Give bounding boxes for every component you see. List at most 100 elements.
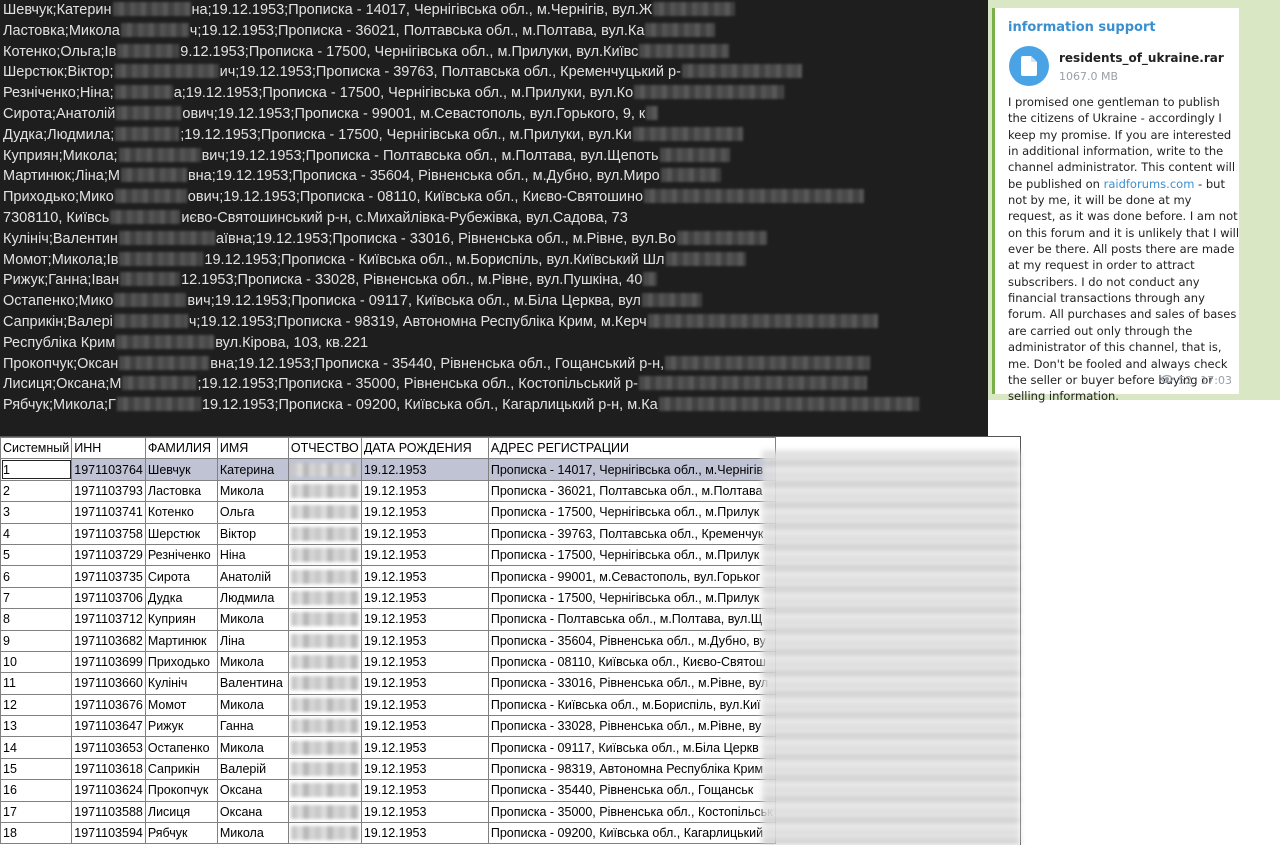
table-cell[interactable]: Прописка - 17500, Чернігівська обл., м.П… bbox=[487, 543, 776, 567]
redacted-patronymic-cell[interactable] bbox=[287, 672, 362, 695]
table-cell[interactable]: 1971103588 bbox=[71, 800, 146, 824]
table-cell[interactable]: 1971103676 bbox=[71, 693, 146, 717]
table-cell[interactable]: 1971103624 bbox=[71, 779, 146, 802]
table-cell[interactable]: 11 bbox=[0, 672, 73, 695]
redacted-patronymic-cell[interactable] bbox=[287, 736, 362, 759]
column-header[interactable]: АДРЕС РЕГИСТРАЦИИ bbox=[487, 436, 776, 460]
column-header[interactable]: Системный bbox=[0, 436, 73, 460]
table-cell[interactable]: 13 bbox=[0, 715, 73, 738]
table-cell[interactable]: Віктор bbox=[216, 522, 289, 545]
table-cell[interactable]: Дудка bbox=[144, 586, 218, 610]
table-row[interactable]: 11 1971103660 Кулініч Валентина 19.12.1953 Пр… bbox=[0, 672, 776, 695]
table-row[interactable]: 5 1971103729 Резніченко Ніна 19.12.1953 Пропи… bbox=[0, 543, 776, 567]
table-cell[interactable]: 1971103682 bbox=[71, 629, 146, 652]
redacted-patronymic-cell[interactable] bbox=[287, 779, 362, 802]
table-cell[interactable]: 1971103735 bbox=[71, 565, 146, 588]
table-cell[interactable]: Валентина bbox=[216, 672, 289, 695]
table-cell[interactable]: Прописка - 17500, Чернігівська обл., м.П… bbox=[487, 586, 776, 610]
table-cell[interactable]: Куприян bbox=[144, 608, 218, 631]
redacted-patronymic-cell[interactable] bbox=[287, 565, 362, 588]
redacted-patronymic-cell[interactable] bbox=[287, 586, 362, 610]
table-cell[interactable]: Кулініч bbox=[144, 672, 218, 695]
table-cell[interactable]: Микола bbox=[216, 608, 289, 631]
channel-name[interactable]: information support bbox=[1008, 20, 1156, 35]
column-header[interactable]: ФАМИЛИЯ bbox=[144, 436, 218, 460]
table-cell[interactable]: 1971103758 bbox=[71, 522, 146, 545]
table-cell[interactable]: Прописка - 33016, Рівненська обл., м.Рів… bbox=[487, 672, 776, 695]
file-icon[interactable] bbox=[1009, 46, 1049, 86]
table-cell[interactable]: 19.12.1953 bbox=[360, 586, 489, 610]
table-cell[interactable]: Мартинюк bbox=[144, 629, 218, 652]
table-cell[interactable]: Котенко bbox=[144, 501, 218, 524]
table-cell[interactable]: Ластовка bbox=[144, 479, 218, 503]
table-cell[interactable]: Прописка - 99001, м.Севастополь, вул.Гор… bbox=[487, 565, 776, 588]
table-row[interactable]: 12 1971103676 Момот Микола 19.12.1953 Прописк… bbox=[0, 693, 776, 717]
table-cell[interactable]: Ольга bbox=[216, 501, 289, 524]
column-header[interactable]: ДАТА РОЖДЕНИЯ bbox=[360, 436, 489, 460]
table-cell[interactable]: 14 bbox=[0, 736, 73, 759]
table-cell[interactable]: Катерина bbox=[216, 458, 289, 481]
redacted-patronymic-cell[interactable] bbox=[287, 650, 362, 674]
table-row[interactable]: 1 1971103764 Шевчук Катерина 19.12.1953 Пропи… bbox=[0, 458, 776, 481]
table-cell[interactable]: 19.12.1953 bbox=[360, 757, 489, 781]
table-cell[interactable]: Анатолій bbox=[216, 565, 289, 588]
column-header[interactable]: ИНН bbox=[71, 436, 146, 460]
table-cell[interactable]: 1971103699 bbox=[71, 650, 146, 674]
table-cell[interactable]: Прописка - 08110, Київська обл., Києво-С… bbox=[487, 650, 776, 674]
table-row[interactable]: 2 1971103793 Ластовка Микола 19.12.1953 Пропи… bbox=[0, 479, 776, 503]
table-cell[interactable]: Прописка - 09117, Київська обл., м.Біла … bbox=[487, 736, 776, 759]
table-cell[interactable]: Прописка - 36021, Полтавська обл., м.Пол… bbox=[487, 479, 776, 503]
table-cell[interactable]: Прописка - 98319, Автономна Республіка К… bbox=[487, 757, 776, 781]
table-cell[interactable]: 2 bbox=[0, 479, 73, 503]
table-cell[interactable]: Микола bbox=[216, 650, 289, 674]
table-row[interactable]: 7 1971103706 Дудка Людмила 19.12.1953 Прописк… bbox=[0, 586, 776, 610]
table-cell[interactable]: 19.12.1953 bbox=[360, 522, 489, 545]
redacted-patronymic-cell[interactable] bbox=[287, 629, 362, 652]
table-cell[interactable]: 19.12.1953 bbox=[360, 800, 489, 824]
table-cell[interactable]: Микола bbox=[216, 693, 289, 717]
table-row[interactable]: 13 1971103647 Рижук Ганна 19.12.1953 Прописка… bbox=[0, 715, 776, 738]
table-cell[interactable]: Микола bbox=[216, 479, 289, 503]
table-cell[interactable]: 19.12.1953 bbox=[360, 822, 489, 845]
table-row[interactable]: 18 1971103594 Рябчук Микола 19.12.1953 Пропис… bbox=[0, 822, 776, 845]
table-cell[interactable]: 19.12.1953 bbox=[360, 608, 489, 631]
table-row[interactable]: 4 1971103758 Шерстюк Віктор 19.12.1953 Пропис… bbox=[0, 522, 776, 545]
table-cell[interactable]: Прописка - 14017, Чернігівська обл., м.Ч… bbox=[487, 458, 776, 481]
table-cell[interactable]: Резніченко bbox=[144, 543, 218, 567]
table-cell[interactable]: Прописка - 39763, Полтавська обл., Креме… bbox=[487, 522, 776, 545]
table-cell[interactable]: Приходько bbox=[144, 650, 218, 674]
table-cell[interactable]: 1971103594 bbox=[71, 822, 146, 845]
table-cell[interactable]: Прокопчук bbox=[144, 779, 218, 802]
table-cell[interactable]: 1 bbox=[0, 458, 73, 481]
table-cell[interactable]: 3 bbox=[0, 501, 73, 524]
file-name[interactable]: residents_of_ukraine.rar bbox=[1059, 51, 1224, 65]
redacted-patronymic-cell[interactable] bbox=[287, 822, 362, 845]
table-cell[interactable]: 19.12.1953 bbox=[360, 565, 489, 588]
table-cell[interactable]: Шерстюк bbox=[144, 522, 218, 545]
table-cell[interactable]: Прописка - Київська обл., м.Бориспіль, в… bbox=[487, 693, 776, 717]
redacted-patronymic-cell[interactable] bbox=[287, 800, 362, 824]
table-cell[interactable]: 17 bbox=[0, 800, 73, 824]
table-cell[interactable]: Ліна bbox=[216, 629, 289, 652]
table-cell[interactable]: 19.12.1953 bbox=[360, 479, 489, 503]
redacted-patronymic-cell[interactable] bbox=[287, 608, 362, 631]
table-cell[interactable]: Саприкін bbox=[144, 757, 218, 781]
table-cell[interactable]: 8 bbox=[0, 608, 73, 631]
table-cell[interactable]: Ганна bbox=[216, 715, 289, 738]
table-cell[interactable]: 19.12.1953 bbox=[360, 650, 489, 674]
table-row[interactable]: 16 1971103624 Прокопчук Оксана 19.12.1953 Про… bbox=[0, 779, 776, 802]
table-cell[interactable]: Прописка - 35000, Рівненська обл., Косто… bbox=[487, 800, 776, 824]
table-cell[interactable]: 1971103647 bbox=[71, 715, 146, 738]
table-cell[interactable]: Ніна bbox=[216, 543, 289, 567]
table-cell[interactable]: Остапенко bbox=[144, 736, 218, 759]
column-header[interactable]: ИМЯ bbox=[216, 436, 289, 460]
table-cell[interactable]: 1971103660 bbox=[71, 672, 146, 695]
table-row[interactable]: 6 1971103735 Сирота Анатолій 19.12.1953 Пропи… bbox=[0, 565, 776, 588]
table-row[interactable]: 8 1971103712 Куприян Микола 19.12.1953 Пропис… bbox=[0, 608, 776, 631]
redacted-patronymic-cell[interactable] bbox=[287, 479, 362, 503]
redacted-patronymic-cell[interactable] bbox=[287, 458, 362, 481]
table-cell[interactable]: Шевчук bbox=[144, 458, 218, 481]
table-cell[interactable]: 4 bbox=[0, 522, 73, 545]
table-cell[interactable]: Оксана bbox=[216, 800, 289, 824]
table-cell[interactable]: 7 bbox=[0, 586, 73, 610]
